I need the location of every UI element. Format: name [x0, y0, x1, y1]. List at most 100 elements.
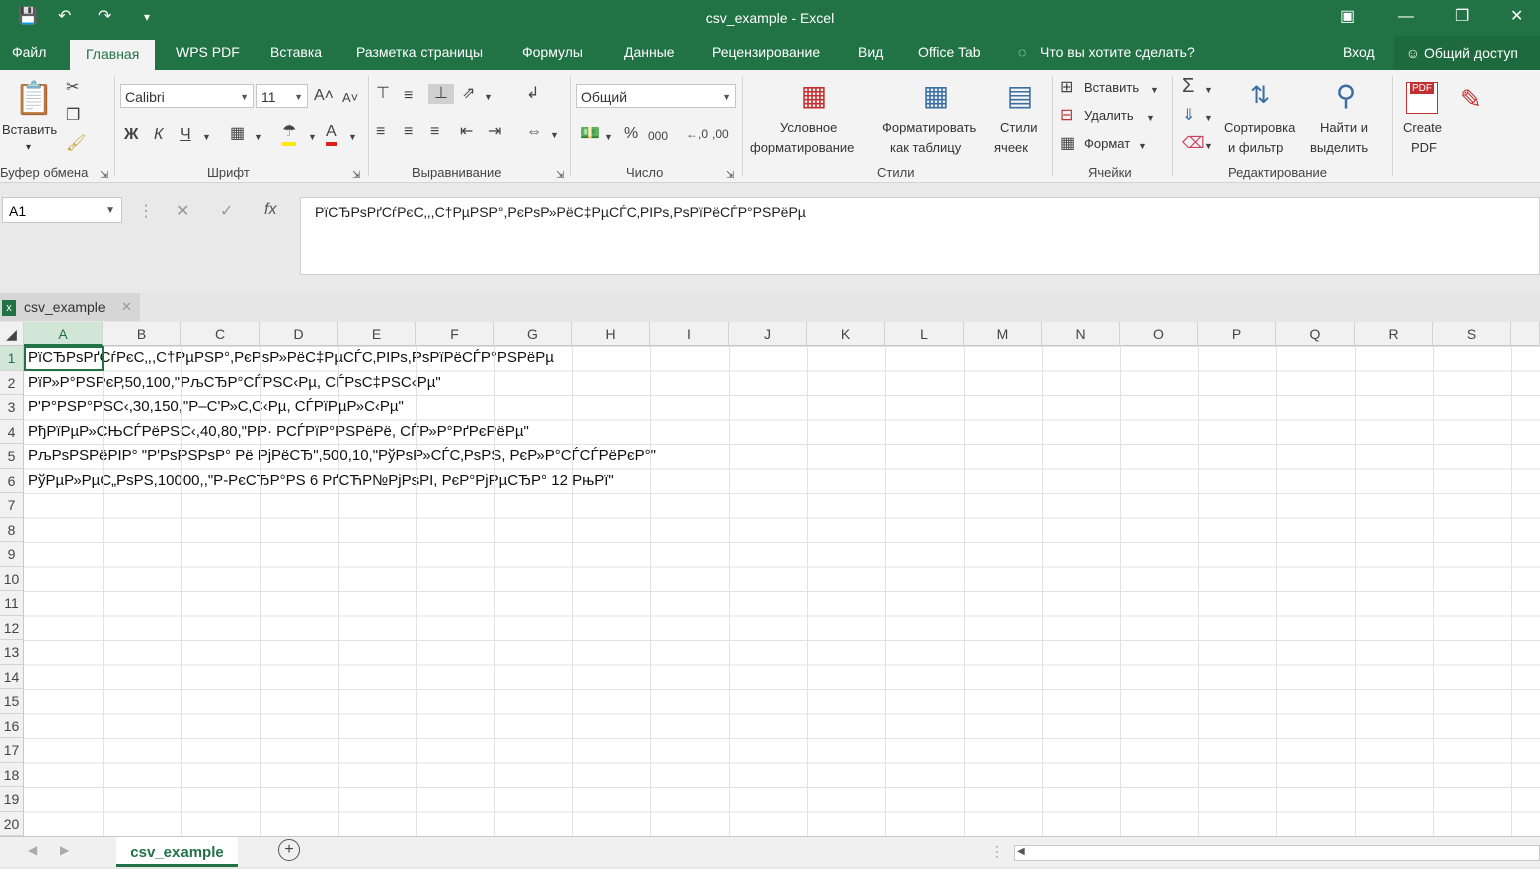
increase-decimal-icon[interactable]: ←,0 — [686, 124, 708, 144]
column-header-b[interactable]: B — [103, 322, 181, 346]
prev-sheet-icon[interactable]: ◀ — [28, 843, 37, 857]
font-color-dropdown-icon[interactable]: ▼ — [348, 127, 357, 147]
insert-function-button[interactable]: fx — [264, 201, 276, 219]
add-sheet-icon[interactable]: + — [278, 839, 300, 861]
row-header[interactable]: 9 — [0, 542, 24, 567]
bold-button[interactable]: Ж — [124, 125, 138, 145]
paste-button[interactable]: Вставить — [2, 122, 57, 137]
number-format-select[interactable]: Общий ▼ — [576, 84, 736, 108]
cancel-icon[interactable]: ✕ — [176, 201, 189, 221]
spreadsheet-grid[interactable]: ◢ A B C D E F G H I J K L M N O P Q R S … — [0, 322, 1540, 836]
row-header[interactable]: 15 — [0, 689, 24, 714]
close-tab-icon[interactable]: ✕ — [121, 293, 132, 321]
row-header[interactable]: 6 — [0, 468, 24, 493]
underline-button[interactable]: Ч — [180, 125, 191, 145]
column-header-e[interactable]: E — [338, 322, 416, 346]
sort-filter-icon[interactable]: ⇅ — [1240, 78, 1280, 114]
sheet-tab-csv-example[interactable]: csv_example — [116, 837, 238, 867]
tab-office-tab[interactable]: Office Tab — [918, 44, 981, 60]
tab-data[interactable]: Данные — [624, 44, 675, 60]
column-header-m[interactable]: M — [964, 322, 1042, 346]
tab-splitter-icon[interactable]: ⋮ — [990, 843, 1004, 860]
merge-dropdown-icon[interactable]: ▼ — [550, 125, 559, 145]
delete-cells-button[interactable]: Удалить — [1084, 108, 1134, 123]
row-header[interactable]: 8 — [0, 517, 24, 542]
column-header-s[interactable]: S — [1433, 322, 1511, 346]
tab-review[interactable]: Рецензирование — [712, 44, 820, 60]
row-header[interactable]: 10 — [0, 566, 24, 591]
row-header[interactable]: 11 — [0, 591, 24, 616]
insert-dropdown-icon[interactable]: ▼ — [1150, 80, 1159, 100]
currency-icon[interactable]: 💵 — [580, 124, 600, 144]
italic-button[interactable]: К — [154, 125, 163, 145]
font-name-select[interactable]: Calibri ▼ — [120, 84, 254, 108]
column-header-a[interactable]: A — [24, 322, 103, 346]
cell-a1[interactable]: РїСЂРѕРґСѓРєС‚,,С†РµРЅР°,РєРѕР»РёС‡РµСЃС… — [28, 349, 554, 366]
row-header[interactable]: 16 — [0, 713, 24, 738]
insert-cells-icon[interactable]: ⊞ — [1060, 78, 1073, 98]
tab-page-layout[interactable]: Разметка страницы — [356, 44, 483, 60]
shrink-font-icon[interactable]: A˅ — [342, 88, 358, 108]
find-select-icon[interactable]: ⚲ — [1326, 78, 1366, 114]
tab-formulas[interactable]: Формулы — [522, 44, 583, 60]
cell-a3[interactable]: Р'Р°РЅР°РЅС‹,30,150,"Р–С'Р»С‚С‹Рµ, СЃРїР… — [28, 398, 404, 415]
column-header-k[interactable]: K — [807, 322, 885, 346]
fill-dropdown-icon[interactable]: ▼ — [1204, 108, 1213, 128]
decrease-indent-icon[interactable]: ⇤ — [460, 122, 473, 142]
row-header[interactable]: 2 — [0, 370, 24, 395]
decrease-decimal-icon[interactable]: ,00 — [712, 124, 729, 144]
format-as-table-label-2[interactable]: как таблицу — [890, 140, 961, 155]
row-header[interactable]: 20 — [0, 811, 24, 836]
column-header-g[interactable]: G — [494, 322, 572, 346]
format-cells-icon[interactable]: ▦ — [1060, 134, 1075, 154]
delete-dropdown-icon[interactable]: ▼ — [1146, 108, 1155, 128]
align-center-icon[interactable]: ≡ — [404, 122, 413, 142]
sign-pdf-icon[interactable]: ✎ — [1460, 84, 1482, 114]
autosum-icon[interactable]: Σ — [1182, 76, 1194, 96]
cell-styles-label-2[interactable]: ячеек — [994, 140, 1028, 155]
grow-font-icon[interactable]: A˄ — [314, 86, 334, 106]
insert-cells-button[interactable]: Вставить — [1084, 80, 1139, 95]
font-color-icon[interactable]: A — [326, 122, 337, 146]
autosum-dropdown-icon[interactable]: ▼ — [1204, 80, 1213, 100]
row-header[interactable]: 3 — [0, 395, 24, 420]
create-pdf-label-2[interactable]: PDF — [1411, 140, 1437, 155]
column-header-c[interactable]: C — [181, 322, 260, 346]
restore-icon[interactable]: ❐ — [1455, 6, 1469, 28]
currency-dropdown-icon[interactable]: ▼ — [604, 127, 613, 147]
row-header[interactable]: 12 — [0, 615, 24, 640]
row-header[interactable]: 1 — [0, 346, 24, 371]
format-as-table-label-1[interactable]: Форматировать — [882, 120, 976, 135]
format-dropdown-icon[interactable]: ▼ — [1138, 136, 1147, 156]
column-header-p[interactable]: P — [1198, 322, 1276, 346]
tell-me-search[interactable]: Что вы хотите сделать? — [1040, 44, 1195, 60]
thousands-button[interactable]: 000 — [648, 126, 668, 146]
column-header-l[interactable]: L — [885, 322, 964, 346]
cut-icon[interactable]: ✂ — [66, 78, 79, 98]
share-button[interactable]: ☺ Общий доступ — [1393, 36, 1540, 70]
column-header-i[interactable]: I — [650, 322, 729, 346]
column-header-d[interactable]: D — [260, 322, 338, 346]
column-header-r[interactable]: R — [1355, 322, 1433, 346]
merge-center-icon[interactable]: ⇔ — [526, 122, 542, 142]
tab-insert[interactable]: Вставка — [270, 44, 322, 60]
sort-filter-label-2[interactable]: и фильтр — [1228, 140, 1283, 155]
column-header-f[interactable]: F — [416, 322, 494, 346]
row-header[interactable]: 13 — [0, 640, 24, 665]
tab-file[interactable]: Файл — [12, 44, 46, 60]
underline-dropdown-icon[interactable]: ▼ — [202, 127, 211, 147]
find-select-label-2[interactable]: выделить — [1310, 140, 1368, 155]
horizontal-scrollbar[interactable]: ◀ — [1014, 845, 1540, 861]
name-box-dropdown-icon[interactable]: ▼ — [105, 198, 115, 224]
tab-view[interactable]: Вид — [858, 44, 883, 60]
row-header[interactable]: 7 — [0, 493, 24, 518]
clear-icon[interactable]: ⌫ — [1182, 134, 1205, 154]
name-box[interactable]: A1 ▼ — [2, 197, 122, 223]
fill-color-dropdown-icon[interactable]: ▼ — [308, 127, 317, 147]
borders-dropdown-icon[interactable]: ▼ — [254, 127, 263, 147]
clear-dropdown-icon[interactable]: ▼ — [1204, 136, 1213, 156]
orientation-icon[interactable]: ⇗ — [462, 84, 475, 104]
conditional-formatting-icon[interactable]: ▦ — [794, 78, 834, 114]
align-bottom-icon[interactable]: ⊥ — [428, 84, 454, 104]
align-top-icon[interactable]: ⊤ — [376, 84, 390, 104]
